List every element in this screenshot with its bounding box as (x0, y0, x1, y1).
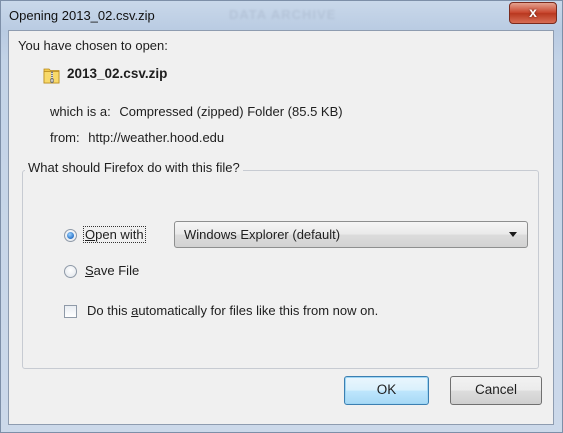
open-with-label[interactable]: Open with (83, 226, 146, 243)
save-file-label[interactable]: Save File (85, 263, 139, 278)
auto-action-label-after: utomatically for files like this from no… (138, 303, 379, 318)
open-with-label-text: pen with (95, 227, 144, 242)
save-file-label-text: ave File (93, 263, 140, 278)
ok-button[interactable]: OK (344, 376, 429, 405)
action-group-legend: What should Firefox do with this file? (25, 160, 243, 175)
open-with-access-key: O (85, 227, 96, 242)
dialog-window: Opening 2013_02.csv.zip DATA ARCHIVE x Y… (0, 0, 563, 433)
close-icon: x (529, 4, 537, 20)
open-with-app-value: Windows Explorer (default) (184, 227, 341, 242)
cancel-button[interactable]: Cancel (450, 376, 542, 405)
chevron-down-icon (509, 232, 517, 237)
open-with-radio[interactable] (64, 229, 77, 242)
auto-action-label[interactable]: Do this automatically for files like thi… (87, 303, 378, 318)
auto-action-label-before: Do this (87, 303, 132, 318)
close-button[interactable]: x (509, 2, 557, 24)
title-bar[interactable]: Opening 2013_02.csv.zip DATA ARCHIVE x (1, 1, 562, 31)
save-file-radio[interactable] (64, 265, 77, 278)
watermark: DATA ARCHIVE (229, 7, 337, 22)
window-title: Opening 2013_02.csv.zip (9, 8, 155, 23)
open-with-app-select[interactable]: Windows Explorer (default) (174, 221, 528, 248)
save-file-access-key: S (85, 263, 94, 278)
auto-action-checkbox[interactable] (64, 305, 77, 318)
